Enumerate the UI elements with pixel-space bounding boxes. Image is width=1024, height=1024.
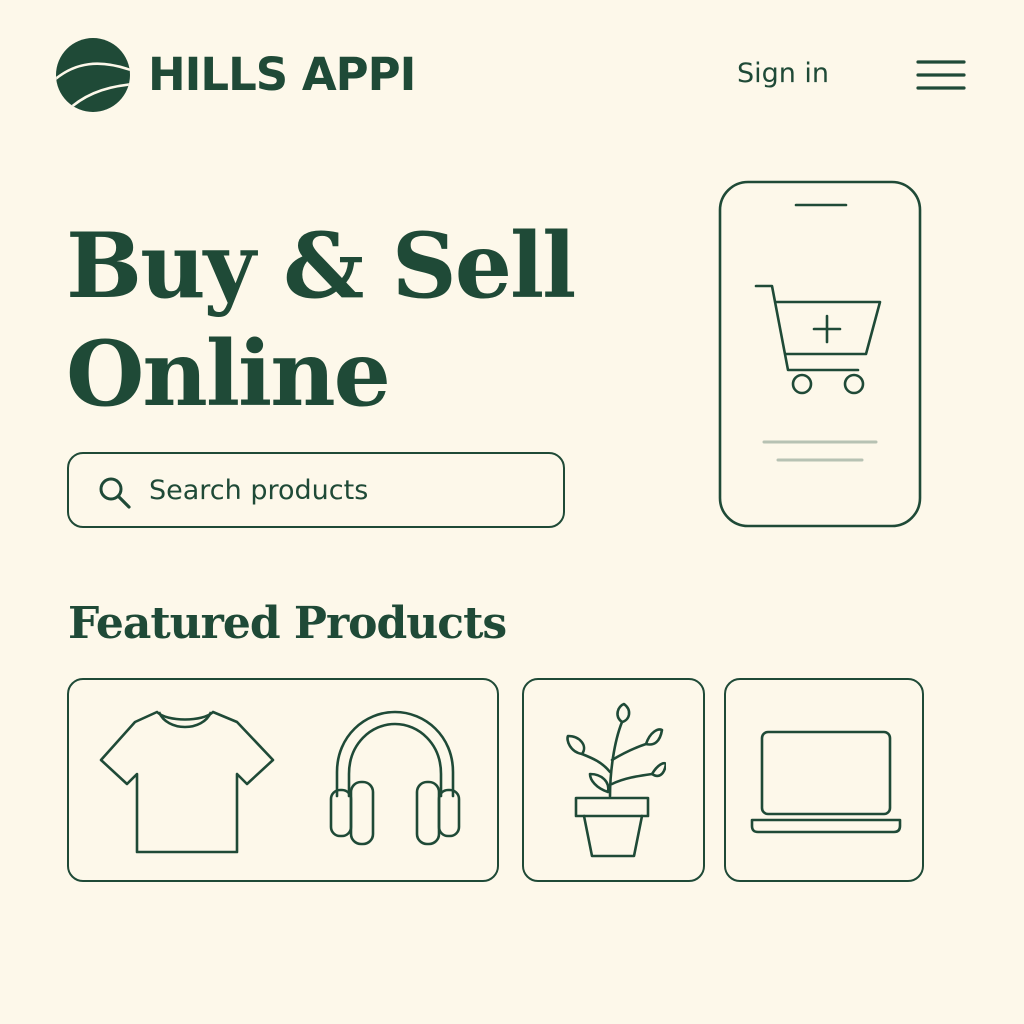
laptop-icon [750,730,902,834]
product-card-apparel-audio[interactable] [67,678,499,882]
hills-logo-icon [56,38,130,112]
hero-title-line-2: Online [66,321,391,427]
sign-in-link[interactable]: Sign in [728,52,838,96]
search-input[interactable] [149,466,549,514]
product-card-plant[interactable] [522,678,705,882]
featured-products-title: Featured Products [68,598,507,649]
headphones-icon [329,710,461,846]
hero-title: Buy & Sell Online [66,212,686,428]
brand-name: HILLS APPI [148,48,416,101]
hamburger-menu-icon[interactable] [912,56,970,96]
search-icon [99,477,131,509]
phone-shopping-cart-icon [718,180,922,528]
t-shirt-icon [99,710,275,854]
potted-plant-icon [566,702,666,858]
hero-title-line-1: Buy & Sell [66,213,576,319]
product-card-laptop[interactable] [724,678,924,882]
search-bar[interactable] [67,452,565,528]
